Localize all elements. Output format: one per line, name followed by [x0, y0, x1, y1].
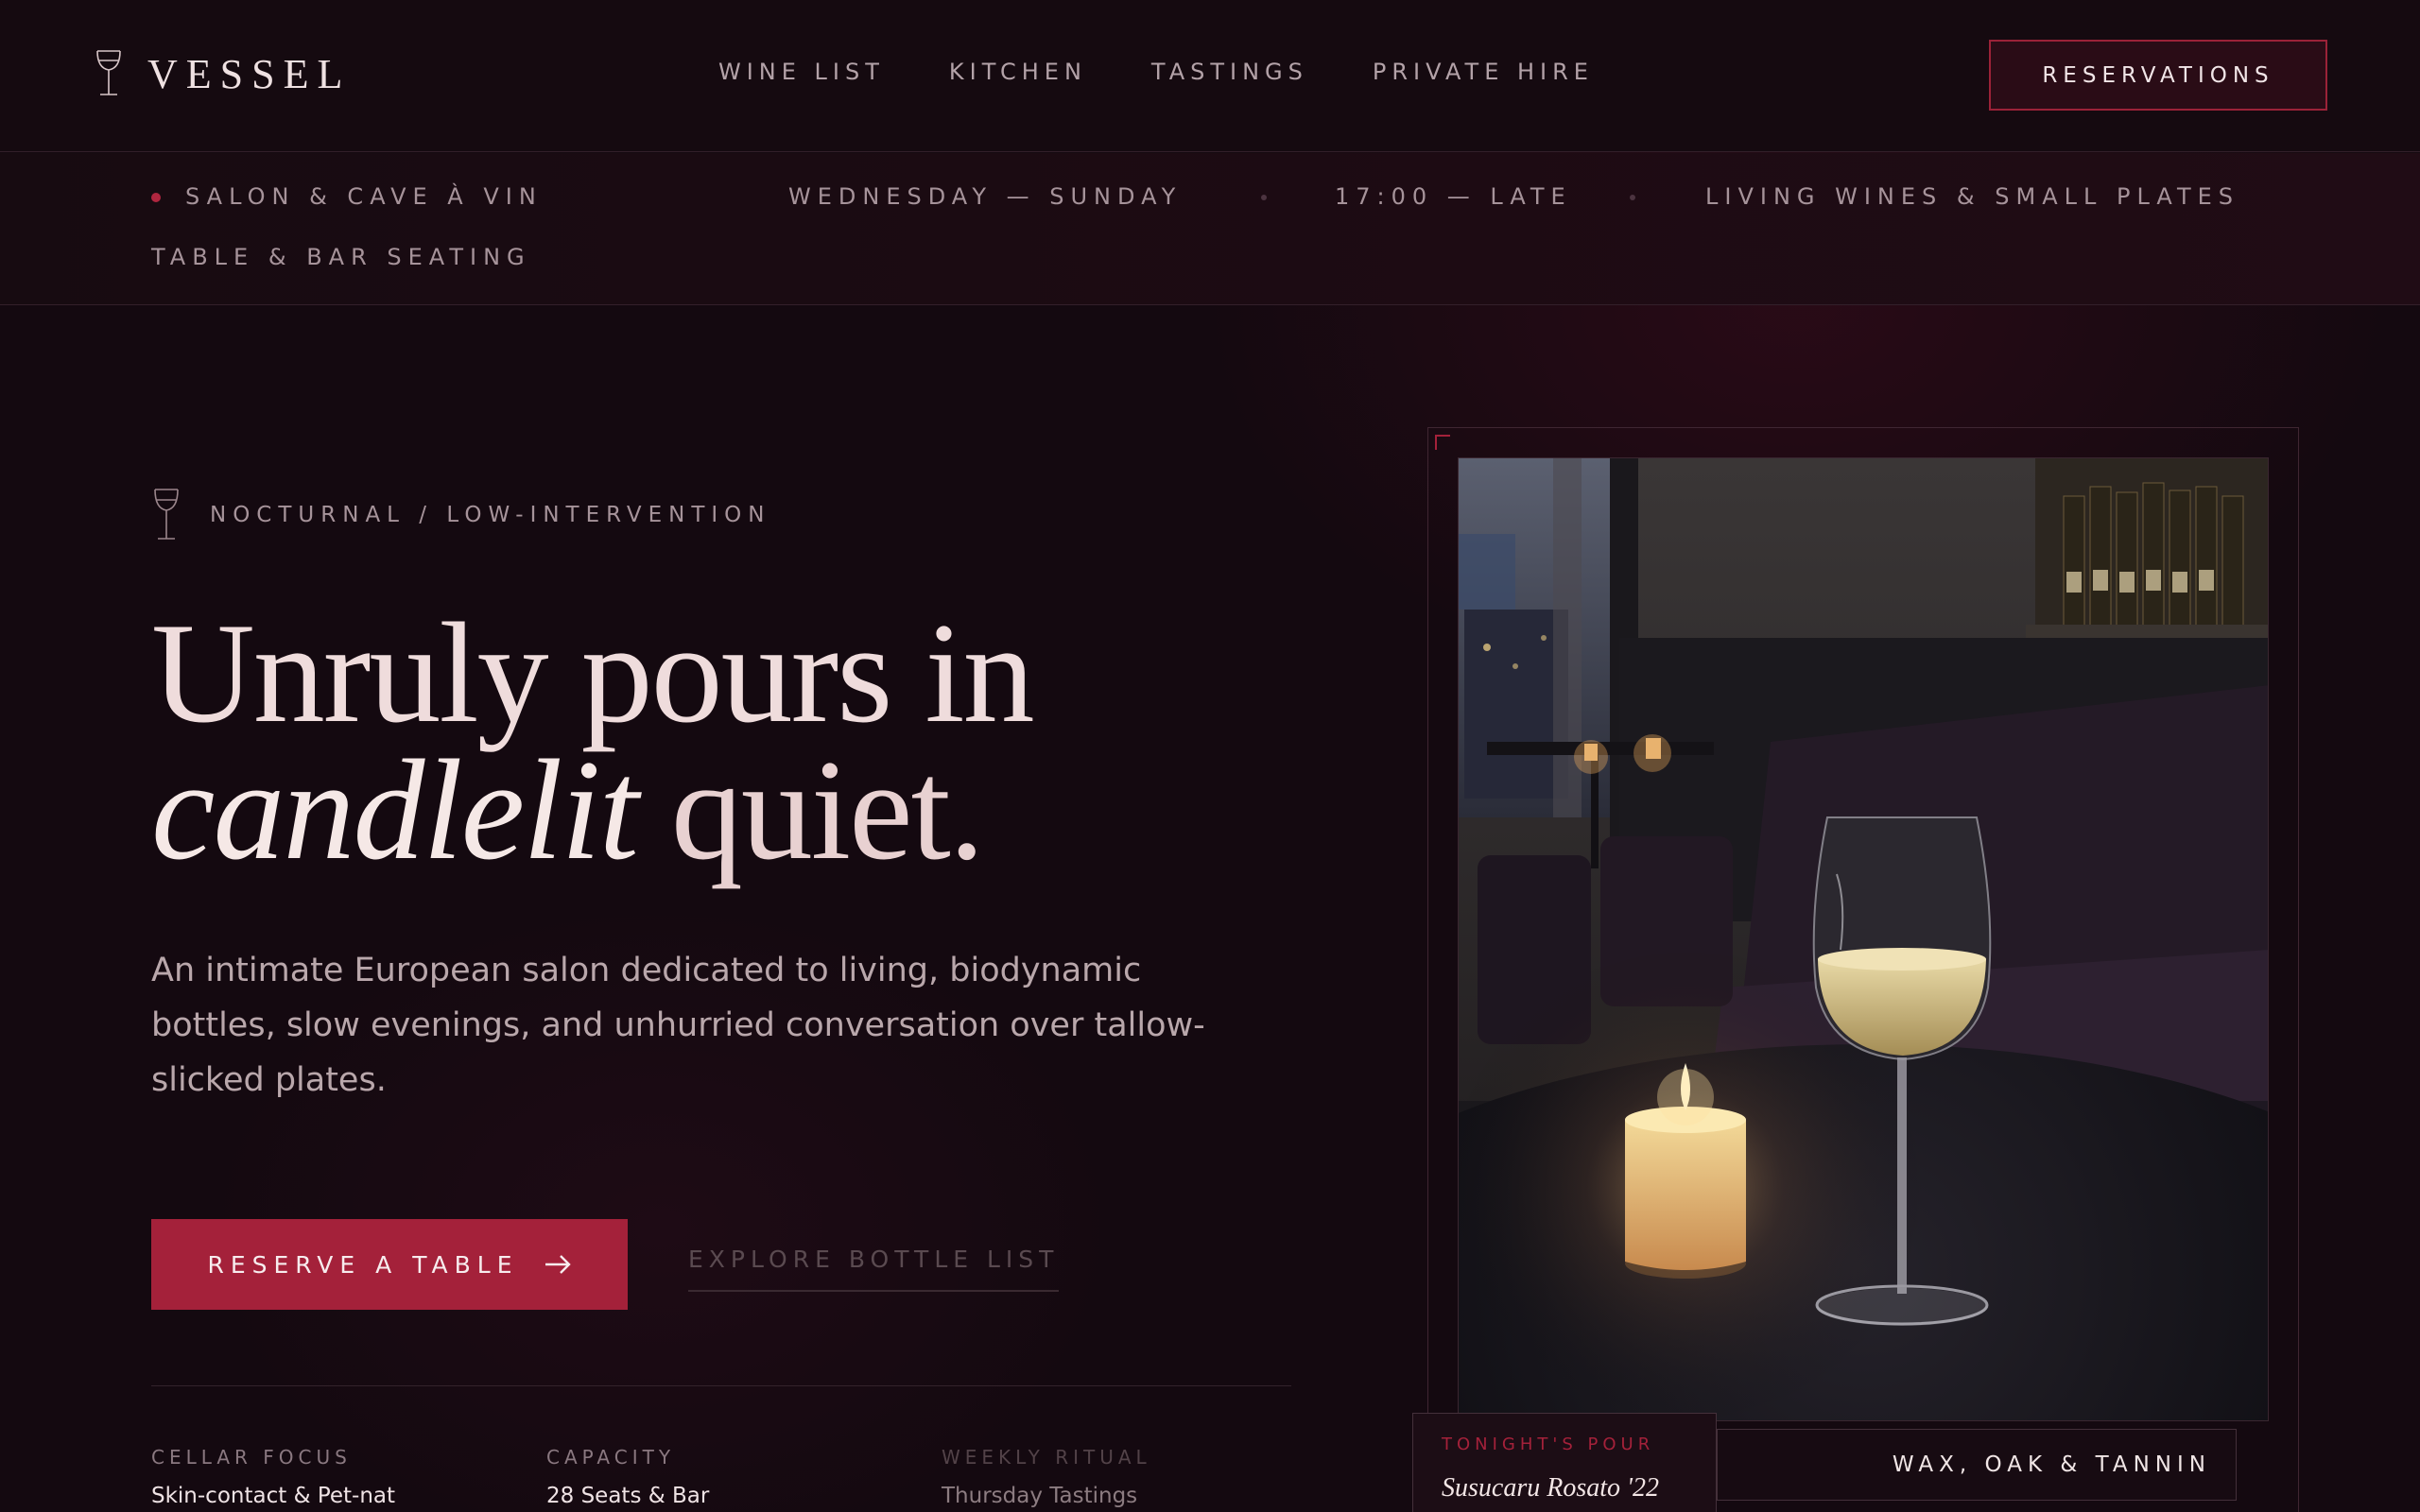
stat-weekly-ritual: WEEKLY RITUAL Thursday Tastings [942, 1446, 1151, 1508]
stat-label: CELLAR FOCUS [151, 1446, 352, 1469]
nav-link-wine-list[interactable]: WINE LIST [718, 59, 885, 85]
wine-glass-icon [96, 50, 121, 95]
arrow-right-icon [544, 1255, 571, 1274]
stats-divider [151, 1385, 1291, 1386]
headline-rest: quiet. [636, 730, 985, 889]
headline-italic-word: candlelit [151, 730, 639, 889]
hero-photo-candlelit-table [1458, 457, 2269, 1421]
pour-label: TONIGHT'S POUR [1442, 1435, 1655, 1454]
wine-glass-icon [154, 489, 179, 540]
stat-label: CAPACITY [546, 1446, 676, 1469]
stat-label: WEEKLY RITUAL [942, 1446, 1151, 1469]
stat-value: Thursday Tastings [942, 1484, 1138, 1508]
opening-hours: 17:00 — LATE [1335, 183, 1572, 210]
nav-link-private-hire[interactable]: PRIVATE HIRE [1373, 59, 1594, 85]
seating-text: TABLE & BAR SEATING [151, 244, 531, 270]
opening-days: WEDNESDAY — SUNDAY [788, 183, 1183, 210]
brand-name: VESSEL [147, 50, 352, 97]
brand-logo[interactable]: VESSEL [95, 49, 351, 98]
hero-eyebrow: NOCTURNAL / LOW-INTERVENTION [151, 488, 770, 542]
concept-text: LIVING WINES & SMALL PLATES [1705, 183, 2239, 210]
tonights-pour-card[interactable]: TONIGHT'S POUR Susucaru Rosato '22 [1412, 1413, 1717, 1512]
reserve-table-label: RESERVE A TABLE [207, 1250, 519, 1279]
explore-bottle-list-link[interactable]: EXPLORE BOTTLE LIST [688, 1246, 1060, 1292]
pour-name: Susucaru Rosato '22 [1442, 1473, 1659, 1503]
stat-value: 28 Seats & Bar [546, 1484, 710, 1508]
stat-cellar-focus: CELLAR FOCUS Skin-contact & Pet-nat [151, 1446, 395, 1508]
nav-link-tastings[interactable]: TASTINGS [1151, 59, 1308, 85]
hero-headline: Unruly pours in candlelit quiet. [151, 593, 1035, 882]
headline-line-2: candlelit quiet. [151, 738, 1033, 882]
eyebrow-text: NOCTURNAL / LOW-INTERVENTION [210, 503, 771, 527]
stat-capacity: CAPACITY 28 Seats & Bar [546, 1446, 709, 1508]
venue-type: SALON & CAVE À VIN [185, 183, 543, 210]
reservations-button[interactable]: RESERVATIONS [1989, 40, 2327, 111]
flavor-tag: WAX, OAK & TANNIN [1717, 1429, 2237, 1501]
headline-line-1: Unruly pours in [151, 593, 1035, 752]
hero-description: An intimate European salon dedicated to … [151, 952, 1205, 1099]
main-nav: WINE LIST KITCHEN TASTINGS PRIVATE HIRE [718, 59, 1594, 85]
frame-corner-accent [1435, 435, 1450, 450]
top-navigation: VESSEL WINE LIST KITCHEN TASTINGS PRIVAT… [0, 0, 2420, 152]
status-dot [151, 193, 161, 202]
separator-dot [1630, 195, 1635, 200]
stat-value: Skin-contact & Pet-nat [151, 1484, 396, 1508]
wine-glass-candle-photo [1459, 458, 2268, 1420]
info-bar: SALON & CAVE À VIN WEDNESDAY — SUNDAY 17… [0, 153, 2420, 305]
reserve-table-button[interactable]: RESERVE A TABLE [151, 1219, 628, 1310]
separator-dot [1261, 195, 1267, 200]
nav-link-kitchen[interactable]: KITCHEN [949, 59, 1087, 85]
